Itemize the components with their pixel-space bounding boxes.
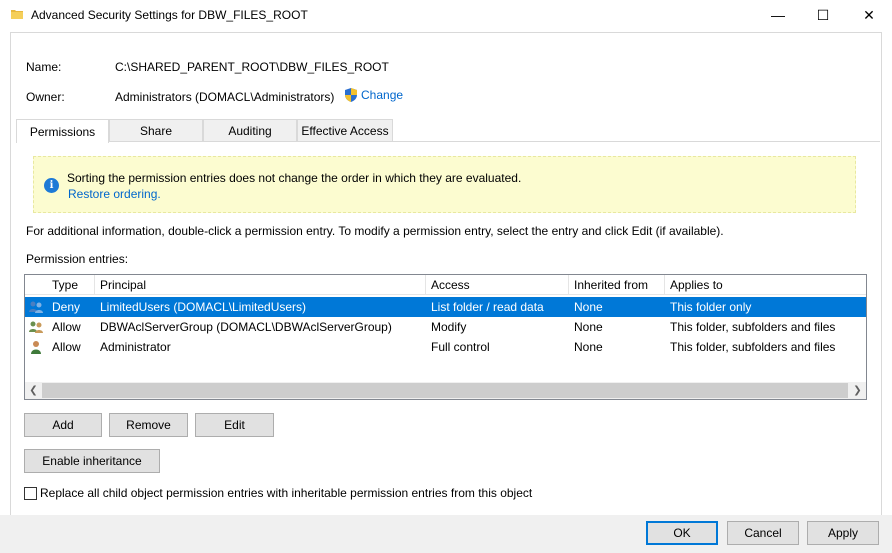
- cell-principal: LimitedUsers (DOMACL\LimitedUsers): [100, 300, 307, 314]
- tab-effective-access[interactable]: Effective Access: [297, 119, 393, 141]
- cell-access: List folder / read data: [431, 300, 544, 314]
- uac-shield-icon: [345, 88, 357, 102]
- maximize-icon: ☐: [816, 7, 830, 23]
- column-header-access[interactable]: Access: [426, 275, 569, 295]
- user-icon: [31, 341, 41, 354]
- horizontal-scrollbar[interactable]: ❮ ❯: [25, 382, 866, 399]
- edit-button[interactable]: Edit: [195, 413, 274, 437]
- cell-principal: Administrator: [100, 340, 171, 354]
- replace-child-entries-label[interactable]: Replace all child object permission entr…: [40, 486, 532, 500]
- minimize-button[interactable]: —: [755, 0, 801, 30]
- info-icon: i: [44, 178, 59, 193]
- enable-inheritance-button[interactable]: Enable inheritance: [24, 449, 160, 473]
- tab-label: Auditing: [228, 123, 272, 138]
- banner-text: Sorting the permission entries does not …: [67, 171, 522, 185]
- permission-entries-label: Permission entries:: [26, 252, 129, 266]
- window-title: Advanced Security Settings for DBW_FILES…: [31, 8, 308, 22]
- cell-type: Deny: [52, 300, 81, 314]
- restore-ordering-link[interactable]: Restore ordering.: [68, 187, 161, 201]
- close-icon: ✕: [863, 7, 875, 23]
- name-value: C:\SHARED_PARENT_ROOT\DBW_FILES_ROOT: [115, 60, 389, 74]
- cell-inherited-from: None: [574, 320, 603, 334]
- table-row[interactable]: Allow DBWAclServerGroup (DOMACL\DBWAclSe…: [25, 317, 866, 337]
- cell-applies-to: This folder, subfolders and files: [670, 320, 836, 334]
- cell-inherited-from: None: [574, 340, 603, 354]
- ok-button[interactable]: OK: [646, 521, 718, 545]
- tab-label: Effective Access: [301, 123, 389, 138]
- title-bar: Advanced Security Settings for DBW_FILES…: [0, 0, 892, 30]
- instructions-text: For additional information, double-click…: [26, 224, 724, 238]
- permission-entries-list[interactable]: Type Principal Access Inherited from App…: [24, 274, 867, 400]
- column-header-inherited-from[interactable]: Inherited from: [569, 275, 665, 295]
- change-link-label: Change: [361, 88, 404, 102]
- list-header: Type Principal Access Inherited from App…: [25, 275, 866, 295]
- user-group-icon: [29, 321, 43, 333]
- change-owner-link[interactable]: Change: [343, 87, 403, 103]
- maximize-button[interactable]: ☐: [800, 0, 846, 30]
- add-button[interactable]: Add: [24, 413, 102, 437]
- table-row[interactable]: Allow Administrator Full control None Th…: [25, 337, 866, 357]
- cell-type: Allow: [52, 320, 81, 334]
- tab-label: Permissions: [29, 124, 96, 139]
- sorting-info-banner: i Sorting the permission entries does no…: [33, 156, 856, 213]
- cell-principal: DBWAclServerGroup (DOMACL\DBWAclServerGr…: [100, 320, 392, 334]
- table-row[interactable]: Deny LimitedUsers (DOMACL\LimitedUsers) …: [25, 297, 866, 317]
- folder-icon: [11, 10, 23, 19]
- user-group-icon: [29, 301, 43, 313]
- cell-applies-to: This folder, subfolders and files: [670, 340, 836, 354]
- owner-label: Owner:: [26, 90, 65, 104]
- name-label: Name:: [26, 60, 62, 74]
- column-header-type[interactable]: Type: [47, 275, 95, 295]
- apply-button[interactable]: Apply: [807, 521, 879, 545]
- scrollbar-thumb[interactable]: [42, 383, 848, 398]
- remove-button[interactable]: Remove: [109, 413, 188, 437]
- tab-auditing[interactable]: Auditing: [203, 119, 297, 141]
- cell-access: Full control: [431, 340, 490, 354]
- tab-share[interactable]: Share: [109, 119, 203, 141]
- cell-type: Allow: [52, 340, 81, 354]
- cancel-button[interactable]: Cancel: [727, 521, 799, 545]
- owner-value: Administrators (DOMACL\Administrators): [115, 90, 335, 104]
- minimize-icon: —: [771, 7, 785, 23]
- scroll-right-icon[interactable]: ❯: [849, 382, 866, 399]
- cell-applies-to: This folder only: [670, 300, 752, 314]
- tab-permissions[interactable]: Permissions: [16, 119, 109, 143]
- close-button[interactable]: ✕: [846, 0, 892, 30]
- replace-child-entries-checkbox[interactable]: [24, 487, 37, 500]
- scroll-left-icon[interactable]: ❮: [25, 382, 42, 399]
- cell-access: Modify: [431, 320, 467, 334]
- tab-label: Share: [139, 123, 173, 138]
- column-header-applies-to[interactable]: Applies to: [665, 275, 866, 295]
- cell-inherited-from: None: [574, 300, 603, 314]
- column-header-principal[interactable]: Principal: [95, 275, 426, 295]
